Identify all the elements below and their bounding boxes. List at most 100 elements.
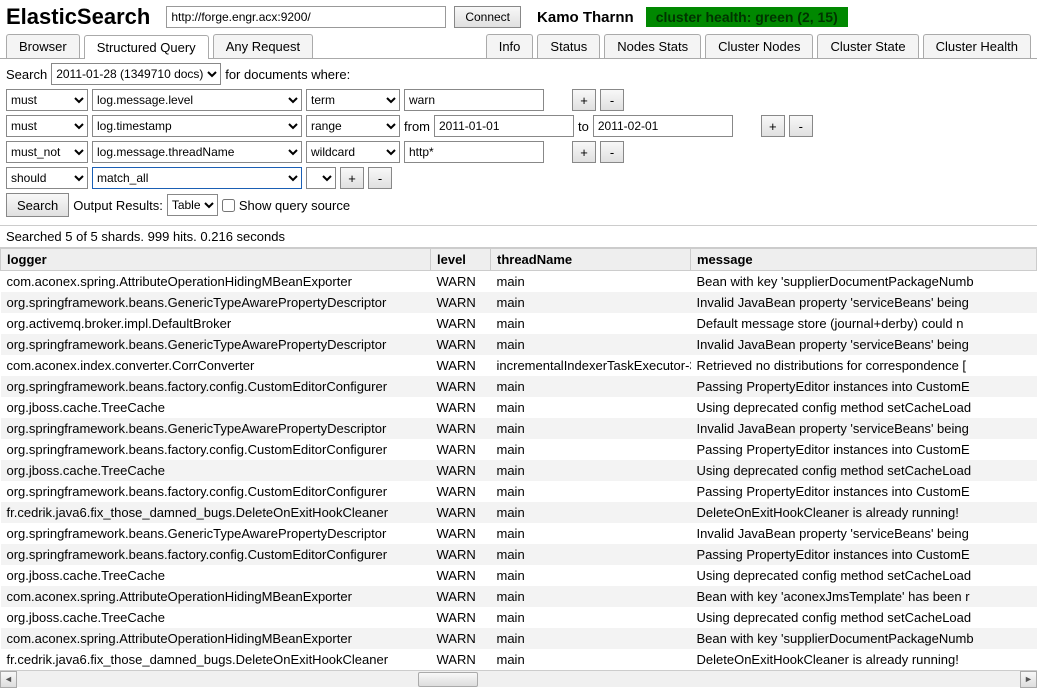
tab-any-request[interactable]: Any Request xyxy=(213,34,313,58)
cell-logger: org.springframework.beans.factory.config… xyxy=(1,439,431,460)
column-header-logger[interactable]: logger xyxy=(1,249,431,271)
results-table: loggerlevelthreadNamemessage com.aconex.… xyxy=(0,248,1037,670)
tab-nodes-stats[interactable]: Nodes Stats xyxy=(604,34,701,58)
tab-cluster-health[interactable]: Cluster Health xyxy=(923,34,1031,58)
table-row[interactable]: org.springframework.beans.GenericTypeAwa… xyxy=(1,334,1037,355)
column-header-message[interactable]: message xyxy=(691,249,1037,271)
remove-clause-button[interactable]: - xyxy=(600,89,624,111)
cell-message: Using deprecated config method setCacheL… xyxy=(691,460,1037,481)
table-row[interactable]: org.jboss.cache.TreeCacheWARNmainUsing d… xyxy=(1,565,1037,586)
op-select[interactable]: range xyxy=(306,115,400,137)
cell-level: WARN xyxy=(431,460,491,481)
add-clause-button[interactable]: + xyxy=(572,141,596,163)
value-input[interactable] xyxy=(404,141,544,163)
remove-clause-button[interactable]: - xyxy=(600,141,624,163)
table-row[interactable]: com.aconex.spring.AttributeOperationHidi… xyxy=(1,271,1037,293)
table-row[interactable]: com.aconex.index.converter.CorrConverter… xyxy=(1,355,1037,376)
field-select[interactable]: log.message.threadName xyxy=(92,141,302,163)
cell-threadName: main xyxy=(491,481,691,502)
cell-message: Using deprecated config method setCacheL… xyxy=(691,607,1037,628)
table-row[interactable]: org.jboss.cache.TreeCacheWARNmainUsing d… xyxy=(1,607,1037,628)
cell-level: WARN xyxy=(431,271,491,293)
cluster-url-input[interactable] xyxy=(166,6,446,28)
add-clause-button[interactable]: + xyxy=(340,167,364,189)
cell-threadName: main xyxy=(491,439,691,460)
bool-select[interactable]: must xyxy=(6,115,88,137)
remove-clause-button[interactable]: - xyxy=(368,167,392,189)
app-logo: ElasticSearch xyxy=(6,4,158,30)
table-row[interactable]: org.springframework.beans.factory.config… xyxy=(1,544,1037,565)
cell-logger: org.springframework.beans.factory.config… xyxy=(1,376,431,397)
index-select[interactable]: 2011-01-28 (1349710 docs) xyxy=(51,63,221,85)
cell-logger: com.aconex.spring.AttributeOperationHidi… xyxy=(1,628,431,649)
table-row[interactable]: org.activemq.broker.impl.DefaultBrokerWA… xyxy=(1,313,1037,334)
cell-logger: org.jboss.cache.TreeCache xyxy=(1,460,431,481)
op-select[interactable]: wildcard xyxy=(306,141,400,163)
table-row[interactable]: com.aconex.spring.AttributeOperationHidi… xyxy=(1,586,1037,607)
cell-threadName: main xyxy=(491,607,691,628)
cell-message: Invalid JavaBean property 'serviceBeans'… xyxy=(691,334,1037,355)
tab-cluster-nodes[interactable]: Cluster Nodes xyxy=(705,34,813,58)
cell-logger: org.springframework.beans.GenericTypeAwa… xyxy=(1,418,431,439)
cell-threadName: main xyxy=(491,565,691,586)
table-row[interactable]: org.jboss.cache.TreeCacheWARNmainUsing d… xyxy=(1,397,1037,418)
remove-clause-button[interactable]: - xyxy=(789,115,813,137)
cell-logger: org.jboss.cache.TreeCache xyxy=(1,607,431,628)
table-row[interactable]: fr.cedrik.java6.fix_those_damned_bugs.De… xyxy=(1,502,1037,523)
op-select[interactable]: term xyxy=(306,89,400,111)
table-row[interactable]: org.springframework.beans.factory.config… xyxy=(1,439,1037,460)
tab-cluster-state[interactable]: Cluster State xyxy=(817,34,918,58)
cell-level: WARN xyxy=(431,628,491,649)
cell-threadName: main xyxy=(491,313,691,334)
table-row[interactable]: org.jboss.cache.TreeCacheWARNmainUsing d… xyxy=(1,460,1037,481)
cell-message: Bean with key 'supplierDocumentPackageNu… xyxy=(691,271,1037,293)
tab-status[interactable]: Status xyxy=(537,34,600,58)
bool-select[interactable]: must_not xyxy=(6,141,88,163)
add-clause-button[interactable]: + xyxy=(761,115,785,137)
table-row[interactable]: org.springframework.beans.GenericTypeAwa… xyxy=(1,523,1037,544)
tab-browser[interactable]: Browser xyxy=(6,34,80,58)
cluster-health-badge: cluster health: green (2, 15) xyxy=(646,7,848,27)
scroll-thumb[interactable] xyxy=(418,672,478,687)
search-button[interactable]: Search xyxy=(6,193,69,217)
tab-structured-query[interactable]: Structured Query xyxy=(84,35,209,59)
scroll-right-icon[interactable]: ► xyxy=(1020,671,1037,688)
bool-select[interactable]: must xyxy=(6,89,88,111)
to-input[interactable] xyxy=(593,115,733,137)
column-header-level[interactable]: level xyxy=(431,249,491,271)
cell-message: Using deprecated config method setCacheL… xyxy=(691,565,1037,586)
horizontal-scrollbar[interactable]: ◄ ► xyxy=(0,670,1037,687)
cell-level: WARN xyxy=(431,481,491,502)
cell-level: WARN xyxy=(431,649,491,670)
cell-threadName: main xyxy=(491,586,691,607)
show-query-source-checkbox[interactable] xyxy=(222,199,235,212)
value-input[interactable] xyxy=(404,89,544,111)
cell-message: Bean with key 'supplierDocumentPackageNu… xyxy=(691,628,1037,649)
connect-button[interactable]: Connect xyxy=(454,6,521,28)
cell-message: DeleteOnExitHookCleaner is already runni… xyxy=(691,502,1037,523)
cell-threadName: main xyxy=(491,502,691,523)
cell-level: WARN xyxy=(431,544,491,565)
table-row[interactable]: fr.cedrik.java6.fix_those_damned_bugs.De… xyxy=(1,649,1037,670)
table-row[interactable]: com.aconex.spring.AttributeOperationHidi… xyxy=(1,628,1037,649)
column-header-threadName[interactable]: threadName xyxy=(491,249,691,271)
table-row[interactable]: org.springframework.beans.factory.config… xyxy=(1,376,1037,397)
cell-message: Invalid JavaBean property 'serviceBeans'… xyxy=(691,418,1037,439)
cell-message: Passing PropertyEditor instances into Cu… xyxy=(691,481,1037,502)
table-row[interactable]: org.springframework.beans.GenericTypeAwa… xyxy=(1,292,1037,313)
cell-message: Passing PropertyEditor instances into Cu… xyxy=(691,376,1037,397)
table-row[interactable]: org.springframework.beans.GenericTypeAwa… xyxy=(1,418,1037,439)
field-select[interactable]: log.message.level xyxy=(92,89,302,111)
empty-select[interactable] xyxy=(306,167,336,189)
field-select[interactable]: match_all xyxy=(92,167,302,189)
cell-message: Retrieved no distributions for correspon… xyxy=(691,355,1037,376)
add-clause-button[interactable]: + xyxy=(572,89,596,111)
bool-select[interactable]: should xyxy=(6,167,88,189)
tab-info[interactable]: Info xyxy=(486,34,534,58)
table-row[interactable]: org.springframework.beans.factory.config… xyxy=(1,481,1037,502)
cell-logger: com.aconex.spring.AttributeOperationHidi… xyxy=(1,271,431,293)
from-input[interactable] xyxy=(434,115,574,137)
scroll-left-icon[interactable]: ◄ xyxy=(0,671,17,688)
output-format-select[interactable]: Table xyxy=(167,194,218,216)
field-select[interactable]: log.timestamp xyxy=(92,115,302,137)
